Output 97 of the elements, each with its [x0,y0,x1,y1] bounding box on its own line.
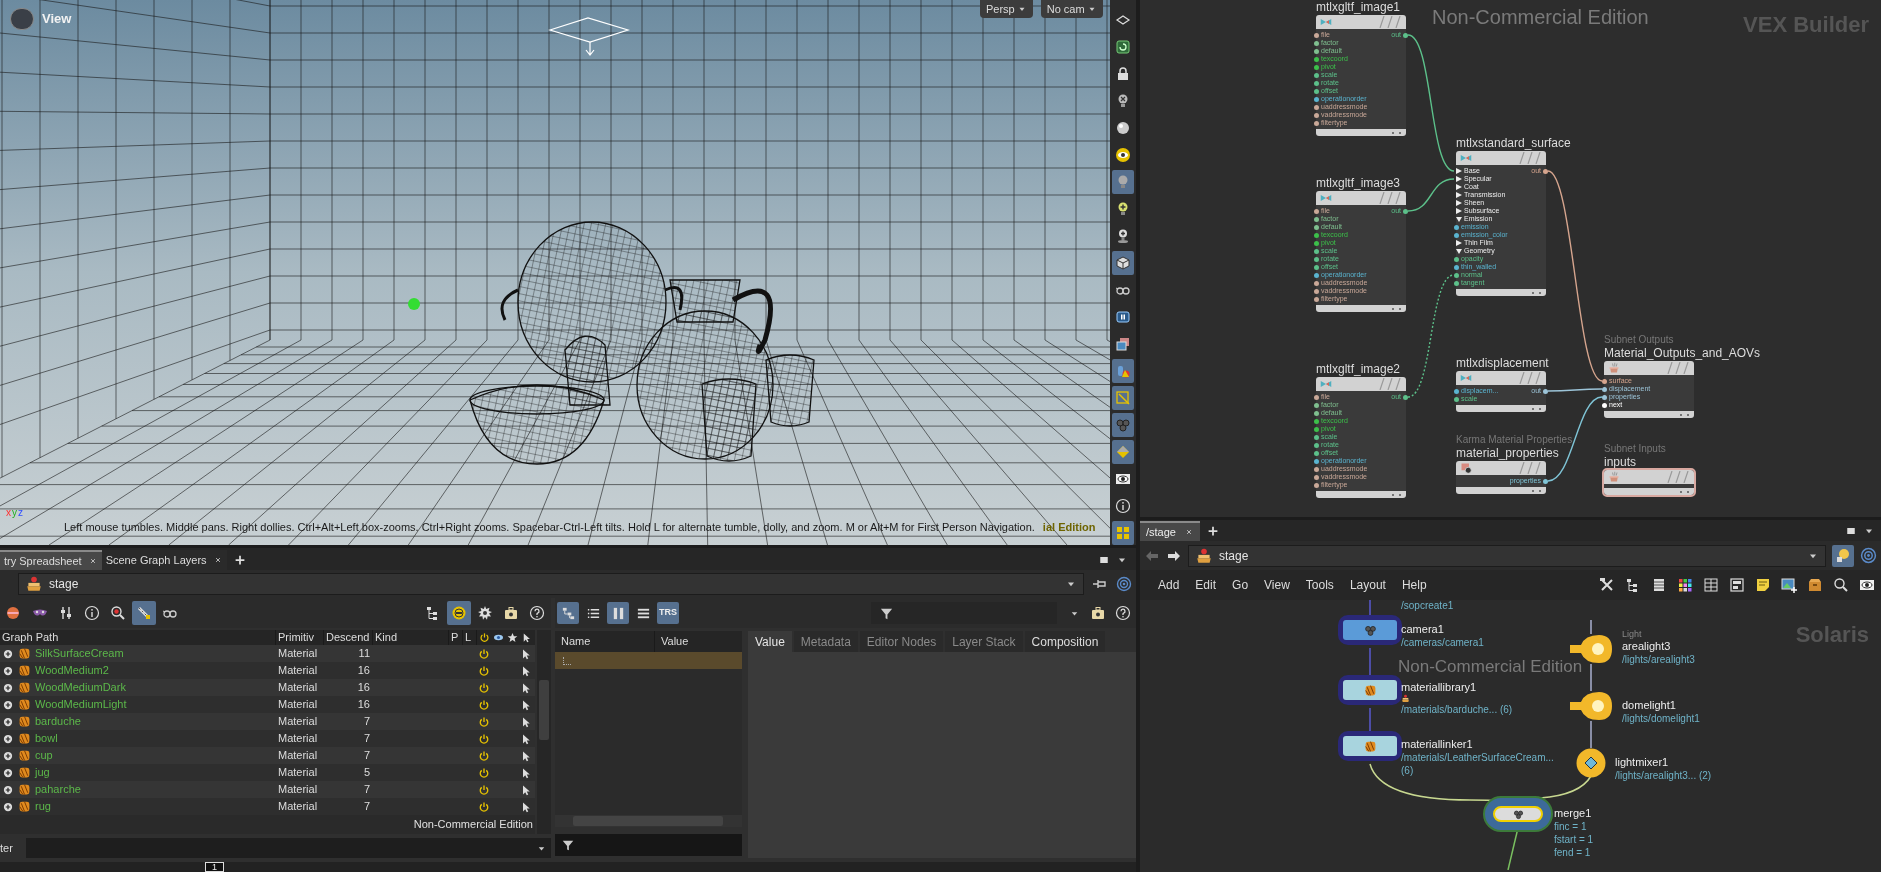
prim-path: /lights/domelight1 [1622,712,1700,725]
path-field[interactable]: stage [18,573,1084,595]
axis-label: y [12,508,17,518]
node-parameter: finc = 1 [1554,820,1588,833]
descendant-count: 7 [363,799,370,814]
menu-item[interactable]: Go [1232,576,1249,594]
menu-item[interactable]: Layout [1349,576,1386,594]
prim-path[interactable]: jug [35,764,50,781]
node-parameter: fstart = 1 [1554,833,1594,846]
tab-label[interactable]: try Spreadsheet [4,552,82,570]
descendant-count: 7 [363,748,370,763]
node-title[interactable]: Material_Outputs_and_AOVs [1604,346,1761,360]
node-name[interactable]: camera1 [1401,622,1484,636]
node-type-label: Light [1622,629,1643,639]
column-header[interactable]: Value [655,631,742,652]
view-menu[interactable]: No cam [1040,0,1103,18]
node-title[interactable]: material_properties [1456,446,1573,460]
navigation-hint: Left mouse tumbles. Middle pans. Right dollies. Ctrl+Alt+Left box-zooms. Ctrl+Right zooms. Spacebar-Ctrl-Left tilts. Hold L for alternate tumble, dolly, and zoom. M or Alt+M for First Person Navigation. [64,520,1035,535]
descendant-count: 5 [363,765,370,780]
node-title[interactable]: inputs [1604,455,1694,469]
descendant-count: 11 [358,646,370,661]
menu-item[interactable]: Tools [1305,576,1334,594]
node-title[interactable]: mtlxgltf_image1 [1316,0,1406,14]
detail-tab[interactable]: Editor Nodes [859,631,944,652]
prim-path[interactable]: rug [35,798,51,815]
tab-label[interactable]: /stage [1146,523,1176,541]
pane-tab[interactable]: Scene Graph Layers [101,550,227,570]
descendant-count: 7 [363,714,370,729]
axis-label: z [18,508,23,518]
menu-item[interactable]: Edit [1195,576,1217,594]
primitive-type: Material [278,732,318,744]
prim-path[interactable]: cup [35,747,53,764]
detail-tab[interactable]: Composition [1024,631,1106,652]
pane-tab[interactable]: try Spreadsheet [0,550,102,570]
descendant-count: 16 [357,697,370,712]
prim-path[interactable]: paharche [35,781,81,798]
filter-label: ter [0,840,14,856]
node-type-label: Subnet Inputs [1604,443,1667,455]
menu-item[interactable]: View [1264,576,1290,594]
node-name[interactable]: lightmixer1 [1615,755,1712,769]
frame-field[interactable]: 1 [205,862,224,872]
prim-path[interactable]: SilkSurfaceCream [35,645,124,662]
edition-watermark: Non-Commercial Edition [1398,656,1583,678]
node-title[interactable]: mtlxdisplacement [1456,356,1549,370]
pane-tab[interactable]: /stage [1140,521,1200,541]
viewport-title: View [42,10,72,29]
descendant-count: 16 [357,663,370,678]
primitive-type: Material [278,698,318,710]
prim-path[interactable]: barduche [35,713,81,730]
node-type-label: Karma Material Properties [1456,434,1573,446]
node-name[interactable]: domelight1 [1622,698,1700,712]
prim-path[interactable]: WoodMediumDark [35,679,126,696]
node-title[interactable]: mtlxgltf_image2 [1316,362,1406,376]
prim-path[interactable]: WoodMedium2 [35,662,109,679]
axis-label: x [6,508,11,518]
detail-tab[interactable]: Metadata [793,631,858,652]
primitive-type: Material [278,766,318,778]
prim-path[interactable]: WoodMediumLight [35,696,127,713]
primitive-type: Material [278,681,318,693]
edition-label: ial Edition [1042,520,1096,535]
primitive-type: Material [278,664,318,676]
node-name[interactable]: materiallibrary1 [1401,680,1513,694]
node-title[interactable]: mtlxstandard_surface [1456,136,1571,150]
tab-label[interactable]: Scene Graph Layers [105,551,207,569]
primitive-type: Material [278,783,318,795]
path-field[interactable]: stage [1188,544,1826,567]
primitive-type: Material [278,715,318,727]
prim-path: /sopcreate1 [1401,600,1454,612]
prim-path: /cameras/camera1 [1401,636,1484,649]
prim-path[interactable]: bowl [35,730,58,747]
node-type-label: Subnet Outputs [1604,334,1675,346]
primitive-type: Material [278,800,318,812]
descendant-count: 7 [363,782,370,797]
node-name[interactable]: arealight3 [1622,639,1695,653]
path-text: stage [49,576,79,593]
descendant-count: 7 [363,731,370,746]
primitive-type: Material [278,647,318,659]
path-text: stage [1219,547,1249,565]
descendant-count: 16 [357,680,370,695]
prim-path: /materials/LeatherSurfaceCream... [1401,751,1554,764]
menu-item[interactable]: Help [1401,576,1427,594]
node-name[interactable]: merge1 [1554,806,1594,820]
node-name[interactable]: materiallinker1 [1401,737,1554,751]
prim-path: /materials/barduche... (6) [1401,703,1513,716]
edition-watermark: Non-Commercial Edition [413,816,533,832]
detail-tab[interactable]: Layer Stack [945,631,1023,652]
prim-path: (6) [1401,764,1415,777]
menu-item[interactable]: Add [1158,576,1180,594]
edition-watermark: Non-Commercial Edition [1432,5,1649,30]
detail-tab[interactable]: Value [748,631,792,652]
view-menu[interactable]: Persp [980,0,1033,18]
prim-path: /lights/arealight3... (2) [1615,769,1712,782]
node-parameter: fend = 1 [1554,846,1592,859]
node-title[interactable]: mtlxgltf_image3 [1316,176,1406,190]
trs-button[interactable]: TRS [657,602,679,624]
prim-path: /lights/arealight3 [1622,653,1695,666]
primitive-type: Material [278,749,318,761]
